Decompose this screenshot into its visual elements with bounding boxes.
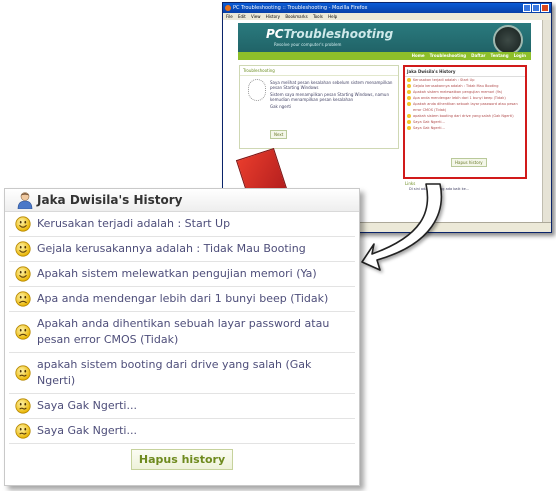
history-panel-title: Jaka Dwisila's History (37, 193, 183, 207)
site-tagline: Resolve your computer's problem (274, 42, 342, 47)
option-radio-2[interactable]: Sistem saya menampilkan pesan Starting W… (270, 92, 398, 102)
confused-icon (15, 423, 31, 439)
browser-title: PC Troubleshooting :: Troubleshooting - … (233, 5, 368, 11)
site-nav: Home Troubleshooting Daftar Tentang Logi… (238, 52, 531, 60)
window-controls (523, 4, 549, 12)
history-box-small: Jaka Dwisila's History Kerusakan terjadi… (403, 65, 527, 179)
history-item-text: Saya Gak Ngerti... (37, 399, 137, 412)
smiley-icon (15, 216, 31, 232)
nav-tentang[interactable]: Tentang (491, 52, 509, 60)
site-logo-rest: Troubleshooting (283, 27, 394, 41)
history-list: Kerusakan terjadi adalah : Start Up Geja… (5, 212, 359, 444)
history-item: Apa anda mendengar lebih dari 1 bunyi be… (9, 287, 355, 312)
thinker-icon (248, 79, 266, 101)
smiley-icon (15, 241, 31, 257)
confused-icon (15, 365, 31, 381)
history-box-heading: Jaka Dwisila's History (405, 67, 525, 77)
menu-tools[interactable]: Tools (313, 14, 323, 19)
confused-icon (15, 398, 31, 414)
history-item-text: Apakah anda dihentikan sebuah layar pass… (37, 317, 330, 346)
next-button[interactable]: Next (270, 130, 288, 139)
history-line: Apakah anda dihentikan sebuah layar pass… (405, 101, 525, 113)
hapus-history-button-small[interactable]: Hapus history (451, 158, 487, 167)
history-actions: Hapus history (5, 448, 359, 470)
nav-daftar[interactable]: Daftar (471, 52, 485, 60)
history-item-text: apakah sistem booting dari drive yang sa… (37, 358, 312, 387)
firefox-icon (225, 5, 231, 11)
user-icon (16, 191, 34, 210)
history-item-text: Kerusakan terjadi adalah : Start Up (37, 217, 231, 230)
maximize-button[interactable] (532, 4, 540, 12)
hapus-history-button[interactable]: Hapus history (130, 449, 234, 470)
minimize-button[interactable] (523, 4, 531, 12)
history-item: Apakah anda dihentikan sebuah layar pass… (9, 312, 355, 353)
smiley-icon (15, 266, 31, 282)
nav-troubleshooting[interactable]: Troubleshooting (430, 52, 467, 60)
troubleshooting-heading: Troubleshooting (240, 66, 398, 76)
page-scrollbar[interactable] (542, 20, 551, 224)
history-panel-header: Jaka Dwisila's History (5, 189, 359, 212)
browser-titlebar: PC Troubleshooting :: Troubleshooting - … (223, 3, 551, 13)
menu-edit[interactable]: Edit (238, 14, 246, 19)
history-item-text: Apakah sistem melewatkan pengujian memor… (37, 267, 317, 280)
links-text[interactable]: Di sini ada link yang ada baik ke... (409, 187, 469, 191)
browser-menubar: File Edit View History Bookmarks Tools H… (223, 13, 551, 20)
history-panel: Jaka Dwisila's History Kerusakan terjadi… (4, 188, 360, 486)
option-list: Saya melihat pesan kesalahan sebelum sis… (270, 80, 398, 111)
site-logo[interactable]: PCTroubleshooting (266, 27, 393, 41)
menu-help[interactable]: Help (328, 14, 337, 19)
menu-history[interactable]: History (266, 14, 280, 19)
history-item: Kerusakan terjadi adalah : Start Up (9, 212, 355, 237)
nav-login[interactable]: Login (514, 52, 526, 60)
frown-icon (15, 291, 31, 307)
links-heading: Links (405, 181, 416, 186)
option-radio-3[interactable]: Gak ngerti (270, 104, 398, 109)
history-item: Saya Gak Ngerti... (9, 394, 355, 419)
menu-view[interactable]: View (251, 14, 261, 19)
menu-file[interactable]: File (226, 14, 233, 19)
site-logo-pc: PC (266, 27, 284, 41)
close-button[interactable] (541, 4, 549, 12)
nav-home[interactable]: Home (412, 52, 425, 60)
history-item: Apakah sistem melewatkan pengujian memor… (9, 262, 355, 287)
history-item-text: Gejala kerusakannya adalah : Tidak Mau B… (37, 242, 306, 255)
menu-bookmarks[interactable]: Bookmarks (285, 14, 307, 19)
history-item-text: Saya Gak Ngerti... (37, 424, 137, 437)
history-item: Saya Gak Ngerti... (9, 419, 355, 444)
history-item-text: Apa anda mendengar lebih dari 1 bunyi be… (37, 292, 329, 305)
history-item: Gejala kerusakannya adalah : Tidak Mau B… (9, 237, 355, 262)
history-item: apakah sistem booting dari drive yang sa… (9, 353, 355, 394)
frown-icon (15, 324, 31, 340)
troubleshooting-box: Troubleshooting Saya melihat pesan kesal… (239, 65, 399, 149)
history-line: Saya Gak Ngerti... (405, 125, 525, 131)
option-radio-1[interactable]: Saya melihat pesan kesalahan sebelum sis… (270, 80, 398, 90)
dial-icon (493, 25, 523, 55)
